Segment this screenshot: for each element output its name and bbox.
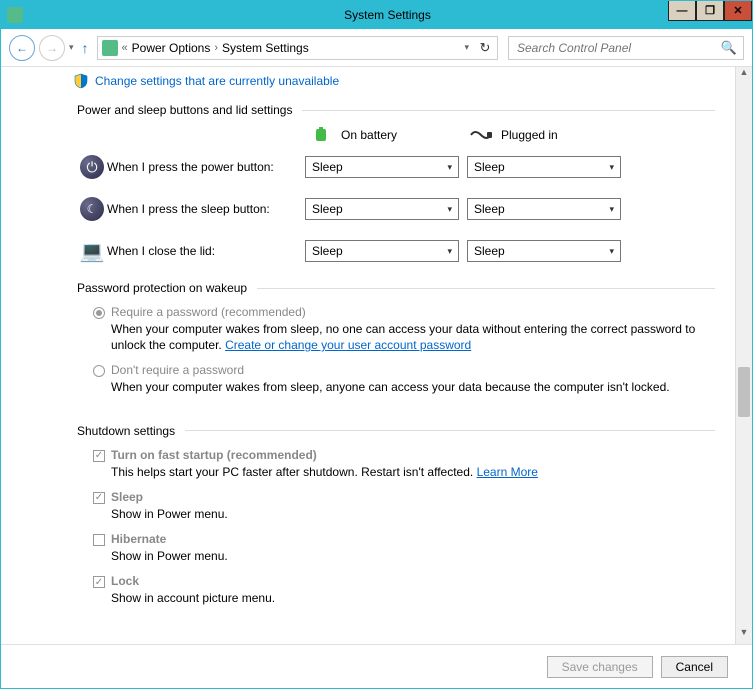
row-label: When I press the sleep button: [107, 202, 305, 216]
address-dropdown[interactable]: ▾ [460, 42, 473, 53]
breadcrumb-sep: « [122, 42, 128, 54]
address-icon [102, 40, 118, 56]
footer: Save changes Cancel [1, 644, 752, 688]
chevron-down-icon: ▾ [609, 204, 614, 215]
history-dropdown[interactable]: ▾ [69, 42, 74, 53]
app-icon [7, 7, 23, 23]
battery-icon [309, 127, 333, 143]
hibernate-desc: Show in Power menu. [111, 548, 715, 564]
forward-button[interactable]: → [39, 35, 65, 61]
checkbox-label: Turn on fast startup (recommended) [111, 448, 317, 462]
chk-fast-startup: Turn on fast startup (recommended) [93, 448, 715, 462]
search-box[interactable]: 🔍 [508, 36, 744, 60]
sleep-plugged-select[interactable]: Sleep▾ [467, 198, 621, 220]
section-title: Power and sleep buttons and lid settings [77, 103, 292, 117]
fast-startup-desc: This helps start your PC faster after sh… [111, 464, 715, 480]
checkbox-label: Hibernate [111, 532, 166, 546]
divider [257, 288, 715, 289]
section-title: Password protection on wakeup [77, 281, 247, 295]
titlebar: System Settings — ❐ ✕ [1, 1, 752, 29]
section-password: Password protection on wakeup [77, 281, 715, 295]
checkbox-input [93, 450, 105, 462]
scroll-down-icon[interactable]: ▼ [736, 627, 752, 644]
laptop-icon: 💻 [80, 239, 104, 263]
row-label: When I press the power button: [107, 160, 305, 174]
content: Change settings that are currently unava… [1, 67, 735, 644]
search-input[interactable] [515, 40, 721, 56]
create-password-link[interactable]: Create or change your user account passw… [225, 338, 471, 352]
section-title: Shutdown settings [77, 424, 175, 438]
power-battery-select[interactable]: Sleep▾ [305, 156, 459, 178]
radio-no-password: Don't require a password [93, 363, 715, 377]
window: System Settings — ❐ ✕ ← → ▾ ↑ « Power Op… [0, 0, 753, 689]
radio-label: Require a password (recommended) [111, 305, 306, 319]
checkbox-input [93, 576, 105, 588]
chevron-down-icon: ▾ [447, 162, 452, 173]
checkbox-input [93, 492, 105, 504]
change-settings-link-text: Change settings that are currently unava… [95, 74, 339, 88]
scrollbar[interactable]: ▲ ▼ [735, 67, 752, 644]
scroll-thumb[interactable] [738, 367, 750, 417]
row-power-button: ⏻ When I press the power button: Sleep▾ … [77, 155, 715, 179]
lid-plugged-select[interactable]: Sleep▾ [467, 240, 621, 262]
col-plugged-in: Plugged in [469, 127, 629, 143]
require-password-desc: When your computer wakes from sleep, no … [111, 321, 715, 353]
checkbox-label: Lock [111, 574, 139, 588]
maximize-button[interactable]: ❐ [696, 1, 724, 21]
row-label: When I close the lid: [107, 244, 305, 258]
plug-icon [469, 127, 493, 143]
chk-sleep: Sleep [93, 490, 715, 504]
moon-icon: ☾ [80, 197, 104, 221]
radio-input [93, 307, 105, 319]
sleep-desc: Show in Power menu. [111, 506, 715, 522]
divider [185, 430, 715, 431]
checkbox-input [93, 534, 105, 546]
lid-battery-select[interactable]: Sleep▾ [305, 240, 459, 262]
scroll-up-icon[interactable]: ▲ [736, 67, 752, 84]
address-bar[interactable]: « Power Options › System Settings ▾ ↻ [97, 36, 498, 60]
minimize-button[interactable]: — [668, 1, 696, 21]
window-title: System Settings [23, 8, 752, 22]
change-settings-link[interactable]: Change settings that are currently unava… [73, 73, 715, 89]
divider [302, 110, 715, 111]
column-headers: On battery Plugged in [77, 127, 715, 143]
navbar: ← → ▾ ↑ « Power Options › System Setting… [1, 29, 752, 67]
chevron-down-icon: ▾ [609, 246, 614, 257]
chevron-down-icon: ▾ [447, 246, 452, 257]
power-plugged-select[interactable]: Sleep▾ [467, 156, 621, 178]
refresh-button[interactable]: ↻ [477, 40, 493, 56]
breadcrumb-system-settings[interactable]: System Settings [222, 41, 309, 55]
breadcrumb-chevron-icon: › [214, 42, 218, 54]
sleep-battery-select[interactable]: Sleep▾ [305, 198, 459, 220]
section-buttons-lid: Power and sleep buttons and lid settings [77, 103, 715, 117]
search-icon[interactable]: 🔍 [721, 40, 737, 56]
close-button[interactable]: ✕ [724, 1, 752, 21]
chevron-down-icon: ▾ [447, 204, 452, 215]
save-changes-button[interactable]: Save changes [547, 656, 653, 678]
col-on-battery: On battery [309, 127, 469, 143]
power-icon: ⏻ [80, 155, 104, 179]
breadcrumb-power-options[interactable]: Power Options [132, 41, 211, 55]
learn-more-link[interactable]: Learn More [477, 465, 538, 479]
chevron-down-icon: ▾ [609, 162, 614, 173]
content-wrap: Change settings that are currently unava… [1, 67, 752, 644]
back-button[interactable]: ← [9, 35, 35, 61]
radio-label: Don't require a password [111, 363, 244, 377]
section-shutdown: Shutdown settings [77, 424, 715, 438]
radio-input [93, 365, 105, 377]
cancel-button[interactable]: Cancel [661, 656, 728, 678]
row-sleep-button: ☾ When I press the sleep button: Sleep▾ … [77, 197, 715, 221]
window-buttons: — ❐ ✕ [668, 1, 752, 21]
chk-hibernate: Hibernate [93, 532, 715, 546]
checkbox-label: Sleep [111, 490, 143, 504]
no-password-desc: When your computer wakes from sleep, any… [111, 379, 715, 395]
radio-require-password: Require a password (recommended) [93, 305, 715, 319]
up-button[interactable]: ↑ [78, 40, 93, 56]
row-close-lid: 💻 When I close the lid: Sleep▾ Sleep▾ [77, 239, 715, 263]
lock-desc: Show in account picture menu. [111, 590, 715, 606]
chk-lock: Lock [93, 574, 715, 588]
shield-icon [73, 73, 89, 89]
